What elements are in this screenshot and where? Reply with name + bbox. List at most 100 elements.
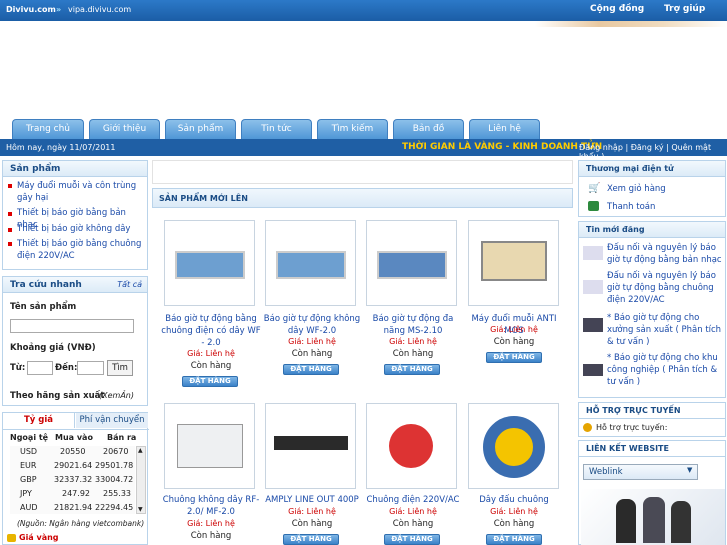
payment-icon (588, 201, 599, 211)
product-price: Giá: Liên hệ (187, 519, 235, 528)
tab-contact[interactable]: Liên hệ (469, 119, 540, 139)
scroll-down-icon[interactable]: ▼ (138, 506, 143, 513)
news-link[interactable]: * Báo giờ tự động cho khu công nghiệp ( … (607, 352, 724, 388)
rate-buy: 20550 (60, 447, 86, 456)
product-image[interactable] (164, 403, 255, 489)
ad-banner[interactable] (581, 489, 725, 545)
product-name-link[interactable]: Chuông không dây RF-2.0/ MF-2.0 (161, 494, 261, 518)
view-cart-link[interactable]: Xem giỏ hàng (607, 183, 666, 195)
product-name-link[interactable]: Báo giờ tự động đa năng MS-2.10 (363, 313, 463, 337)
weblinks-title: LIÊN KẾT WEBSITE (579, 441, 725, 457)
order-button[interactable]: ĐẶT HÀNG (384, 364, 440, 375)
breadcrumb-separator-icon: » (56, 5, 62, 14)
products-panel-title: Sản phẩm (3, 161, 147, 177)
manufacturer-all-link[interactable]: (XemẢn) (99, 391, 134, 400)
search-all-link[interactable]: Tất cả (117, 280, 142, 289)
search-button[interactable]: Tìm (107, 360, 133, 376)
product-name-input[interactable] (10, 319, 134, 333)
person-illustration (671, 501, 691, 543)
tab-home[interactable]: Trang chủ (12, 119, 84, 139)
order-button[interactable]: ĐẶT HÀNG (486, 534, 542, 545)
product-image[interactable] (164, 220, 255, 306)
news-link[interactable]: Đấu nối và nguyên lý báo giờ tự động bằn… (607, 242, 724, 266)
price-from-label: Từ: (10, 363, 26, 373)
news-thumbnail (583, 246, 603, 260)
order-button[interactable]: ĐẶT HÀNG (384, 534, 440, 545)
current-date: Hôm nay, ngày 11/07/2011 (6, 143, 116, 152)
main-nav: Trang chủ Giới thiệu Sản phẩm Tin tức Tì… (0, 119, 727, 139)
rate-currency: USD (20, 447, 38, 456)
price-to-label: Đến: (55, 363, 78, 373)
order-button[interactable]: ĐẶT HÀNG (283, 534, 339, 545)
category-link[interactable]: Thiết bị báo giờ bằng chuông điện 220V/A… (17, 238, 145, 262)
product-price: Giá: Liên hệ (490, 507, 538, 516)
news-link[interactable]: * Báo giờ tự động cho xưởng sản xuất ( P… (607, 312, 724, 348)
checkout-link[interactable]: Thanh toán (607, 201, 655, 213)
product-image[interactable] (265, 403, 356, 489)
tab-exchange-rate[interactable]: Tỷ giá (3, 413, 75, 428)
price-to-input[interactable] (77, 361, 104, 375)
rate-sell: 29501.78 (95, 461, 134, 470)
product-image[interactable] (366, 220, 457, 306)
account-links[interactable]: Đăng nhập | Đăng ký | Quên mật khẩu ) (579, 143, 727, 161)
price-range-label: Khoảng giá (VNĐ) (10, 343, 96, 353)
price-from-input[interactable] (27, 361, 53, 375)
rate-scrollbar[interactable]: ▲ ▼ (136, 446, 146, 514)
rate-sell: 255.33 (103, 489, 131, 498)
rate-currency: GBP (20, 475, 37, 484)
device-illustration (481, 241, 547, 281)
category-link[interactable]: Máy đuổi muỗi và côn trùng gây hại (17, 180, 145, 204)
bullet-icon (8, 242, 12, 246)
device-illustration (377, 251, 447, 279)
tab-products[interactable]: Sản phẩm (165, 119, 236, 139)
cable-illustration (483, 416, 545, 478)
weblink-select[interactable]: Weblink (583, 464, 698, 480)
product-name-link[interactable]: Báo giờ tự động không dây WF-2.0 (262, 313, 362, 337)
gold-price-link[interactable]: Giá vàng (19, 533, 59, 542)
product-price: Giá: Liên hệ (389, 337, 437, 346)
product-name-link[interactable]: Dây đấu chuông (464, 494, 564, 506)
product-image[interactable] (468, 220, 559, 306)
products-panel: Sản phẩm Máy đuổi muỗi và côn trùng gây … (2, 160, 148, 270)
rate-sell: 20670 (103, 447, 129, 456)
rate-buy: 29021.64 (54, 461, 93, 470)
top-bar: Divivu.com » vipa.divivu.com Cộng đồng T… (0, 0, 727, 21)
bullet-icon (8, 212, 12, 216)
sub-site-link[interactable]: vipa.divivu.com (68, 5, 131, 14)
product-stock: Còn hàng (493, 337, 535, 347)
tab-shipping-fee[interactable]: Phí vận chuyển (76, 413, 148, 428)
support-text: Hỗ trợ trực tuyến: (596, 423, 668, 432)
product-stock: Còn hàng (392, 349, 434, 359)
news-title: Tin mới đăng (579, 222, 725, 238)
product-name-link[interactable]: Chuông điện 220V/AC (363, 494, 463, 506)
product-image[interactable] (366, 403, 457, 489)
order-button[interactable]: ĐẶT HÀNG (182, 376, 238, 387)
bullet-icon (8, 184, 12, 188)
product-stock: Còn hàng (190, 361, 232, 371)
product-name-link[interactable]: AMPLY LINE OUT 400P (262, 494, 362, 506)
product-price: Giá: Liên hệ (288, 507, 336, 516)
help-link[interactable]: Trợ giúp (664, 4, 705, 14)
product-name-link[interactable]: Báo giờ tự động bằng chuông điện có dây … (161, 313, 261, 349)
scroll-up-icon[interactable]: ▲ (138, 447, 143, 454)
order-button[interactable]: ĐẶT HÀNG (486, 352, 542, 363)
tab-news[interactable]: Tin tức (241, 119, 312, 139)
site-brand[interactable]: Divivu.com (6, 5, 56, 14)
chevron-down-icon[interactable]: ▼ (687, 466, 692, 474)
rate-col-sell: Bán ra (107, 433, 137, 442)
category-link[interactable]: Thiết bị báo giờ không dây (17, 223, 145, 235)
rate-currency: JPY (20, 489, 32, 498)
rate-source: (Nguồn: Ngân hàng vietcombank) (17, 519, 145, 528)
product-price: Giá: Liên hệ (389, 507, 437, 516)
news-link[interactable]: Đấu nối và nguyên lý báo giờ tự động bằn… (607, 270, 724, 306)
tab-map[interactable]: Bản đồ (393, 119, 464, 139)
tab-about[interactable]: Giới thiệu (89, 119, 160, 139)
product-image[interactable] (265, 220, 356, 306)
news-panel: Tin mới đăng Đấu nối và nguyên lý báo gi… (578, 221, 726, 398)
bell-illustration (389, 424, 433, 468)
order-button[interactable]: ĐẶT HÀNG (283, 364, 339, 375)
community-link[interactable]: Cộng đồng (590, 4, 644, 14)
tab-search[interactable]: Tìm kiếm (317, 119, 388, 139)
product-image[interactable] (468, 403, 559, 489)
rate-buy: 247.92 (62, 489, 90, 498)
